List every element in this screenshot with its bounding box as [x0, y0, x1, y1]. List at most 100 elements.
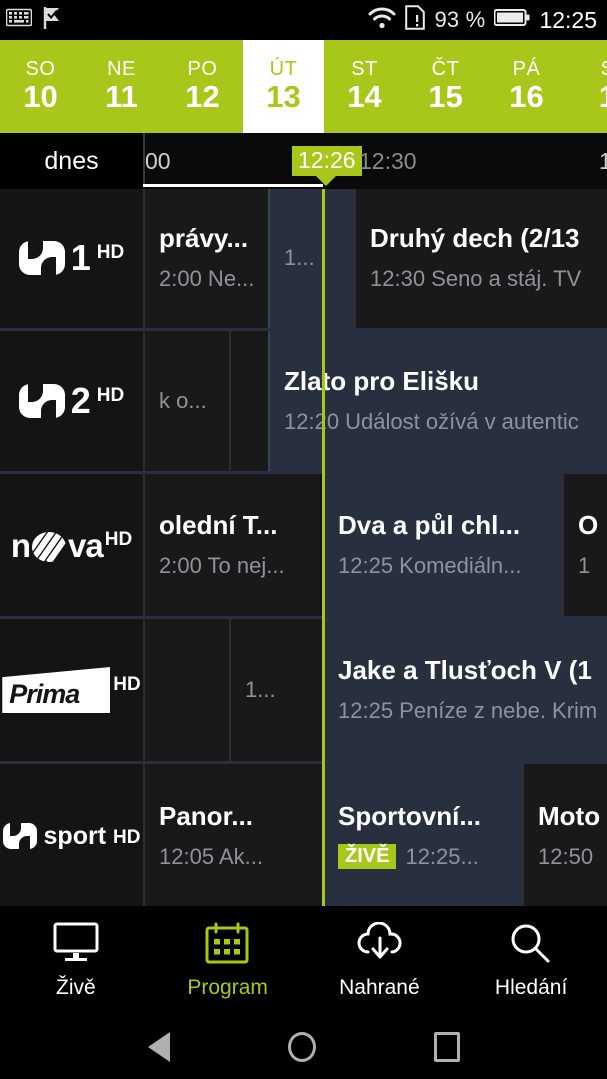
- program-block[interactable]: Sportovní... ŽIVĚ 12:25...: [322, 764, 522, 906]
- cloud-download-icon: [356, 921, 402, 964]
- program-title: právy...: [159, 223, 249, 254]
- search-icon: [508, 922, 554, 964]
- program-subtitle: 12:20 Událost ožívá v autentic: [284, 408, 579, 434]
- timeline-bar: dnes 00 12:26 12:30 1: [0, 133, 607, 189]
- day-tab-number: 11: [105, 79, 138, 115]
- program-block[interactable]: Zlato pro Elišku 12:20 Událost ožívá v au…: [268, 331, 607, 471]
- program-title: Zlato pro Elišku: [284, 365, 480, 396]
- day-tab-number: 16: [509, 79, 544, 115]
- day-tab-weekday: ÚT: [269, 58, 298, 81]
- day-tab-weekday: NE: [107, 58, 136, 81]
- program-block[interactable]: 1...: [268, 189, 354, 328]
- program-subtitle: 12:50: [538, 843, 594, 869]
- back-icon[interactable]: [147, 1032, 170, 1062]
- program-subtitle: 1...: [245, 676, 276, 702]
- day-tab-weekday: ST: [351, 58, 378, 81]
- program-meta: 12:25 Peníze z nebe. Krim: [338, 698, 597, 724]
- recents-icon[interactable]: [433, 1032, 460, 1062]
- home-icon[interactable]: [287, 1032, 316, 1062]
- day-tab-number: 12: [185, 79, 220, 115]
- live-badge: ŽIVĚ: [338, 844, 397, 870]
- nav-item-label: Hledání: [494, 975, 568, 999]
- day-tab-number: 14: [347, 79, 382, 115]
- nav-item-nahrané[interactable]: Nahrané: [304, 906, 456, 1015]
- ct-sport-hd-logo: sport HD: [2, 821, 140, 851]
- program-meta: 12:25 Komediáln...: [338, 553, 548, 579]
- bottom-navigation[interactable]: Živě Program Nahrané Hledání: [0, 906, 607, 1015]
- status-bar: 93 % 12:25: [0, 0, 607, 40]
- program-block[interactable]: [229, 331, 268, 471]
- program-meta: 12:20 Událost ožívá v autentic: [284, 409, 593, 435]
- nav-item-živě[interactable]: Živě: [0, 906, 152, 1015]
- program-meta: 1: [578, 553, 593, 579]
- tv-monitor-icon: [53, 922, 99, 964]
- program-block[interactable]: Dva a půl chl... 12:25 Komediáln...: [322, 474, 562, 616]
- program-meta: 12:05 Ak...: [159, 844, 308, 870]
- nav-item-hledání[interactable]: Hledání: [455, 906, 607, 1015]
- epg-grid[interactable]: 1 HD právy... 2:00 Ne... 1... Druhý dech (2/1…: [0, 189, 607, 906]
- program-subtitle: 12:25...: [405, 843, 479, 869]
- program-meta: k o...: [159, 388, 215, 414]
- sim-card-icon: [405, 5, 426, 35]
- timeline-track[interactable]: 00 12:26 12:30 1: [143, 133, 607, 189]
- day-tab-weekday: SO: [25, 58, 56, 81]
- wifi-icon: [368, 7, 396, 34]
- channel-logo-cell[interactable]: sport HD: [0, 764, 143, 906]
- day-strip[interactable]: SO10NE11PO12ÚT13ST14ČT15PÁ16S1: [0, 40, 607, 133]
- nav-item-label: Živě: [56, 975, 96, 999]
- android-navigation-bar[interactable]: [0, 1015, 607, 1079]
- program-block[interactable]: O1: [562, 474, 607, 616]
- day-tab-number: 13: [266, 79, 301, 115]
- day-tab-12[interactable]: PO 12: [162, 40, 243, 133]
- program-block[interactable]: [143, 619, 229, 761]
- channel-logo-cell[interactable]: n va HD: [0, 474, 143, 616]
- program-meta: 12:30 Seno a stáj. TV: [370, 266, 593, 292]
- program-title: Moto: [538, 800, 601, 831]
- day-tab-14[interactable]: ST 14: [324, 40, 405, 133]
- day-tab-11[interactable]: NE 11: [81, 40, 162, 133]
- timeline-tick-right: 1: [599, 148, 607, 174]
- nova-hd-logo: n va HD: [10, 526, 133, 564]
- program-subtitle: 12:05 Ak...: [159, 843, 263, 869]
- channel-row: n va HD olední T... 2:00 To nej... Dva a půl …: [0, 474, 607, 616]
- program-block[interactable]: k o...: [143, 331, 229, 471]
- program-block[interactable]: Moto 12:50: [522, 764, 607, 906]
- program-block[interactable]: právy... 2:00 Ne...: [143, 189, 268, 328]
- channel-logo-cell[interactable]: 2 HD: [0, 331, 143, 471]
- channel-row: 2 HD k o... Zlato pro Elišku 12:20 Událost o…: [0, 331, 607, 471]
- program-subtitle: 12:25 Komediáln...: [338, 552, 522, 578]
- program-title: O: [578, 509, 599, 540]
- program-title: olední T...: [159, 509, 278, 540]
- channel-row: 1 HD právy... 2:00 Ne... 1... Druhý dech (2/1…: [0, 189, 607, 328]
- day-tab-number: 1: [599, 81, 607, 114]
- program-block[interactable]: olední T... 2:00 To nej...: [143, 474, 320, 616]
- day-tab-15[interactable]: ČT 15: [405, 40, 486, 133]
- program-meta: 2:00 To nej...: [159, 553, 306, 579]
- day-tab-10[interactable]: SO 10: [0, 40, 81, 133]
- day-tab-weekday: PÁ: [512, 58, 541, 81]
- nav-item-program[interactable]: Program: [152, 906, 304, 1015]
- program-subtitle: 1: [578, 552, 591, 578]
- channel-logo-cell[interactable]: 1 HD: [0, 189, 143, 328]
- program-block[interactable]: Druhý dech (2/13 12:30 Seno a stáj. TV: [354, 189, 607, 328]
- day-tab-1[interactable]: S1: [567, 40, 607, 133]
- program-subtitle: 2:00 Ne...: [159, 266, 255, 292]
- program-title: Panor...: [159, 800, 253, 831]
- timeline-tick-1230: 12:30: [359, 148, 417, 174]
- program-meta: 1...: [245, 677, 308, 703]
- day-tab-16[interactable]: PÁ 16: [486, 40, 567, 133]
- channel-logo-cell[interactable]: Prima HD: [0, 619, 143, 761]
- program-subtitle: 1...: [284, 245, 315, 271]
- status-bar-clock: 12:25: [539, 6, 597, 33]
- timeline-progress-underline: [143, 184, 323, 187]
- flag-check-icon: [42, 6, 62, 35]
- keyboard-icon: [5, 8, 33, 32]
- program-block[interactable]: Jake a Tlusťoch V (1 12:25 Peníze z nebe.…: [322, 619, 607, 761]
- day-tab-13[interactable]: ÚT 13: [243, 40, 324, 133]
- program-subtitle: k o...: [159, 387, 207, 413]
- program-block[interactable]: Panor... 12:05 Ak...: [143, 764, 322, 906]
- nav-item-label: Program: [187, 975, 268, 999]
- program-meta: 2:00 Ne...: [159, 266, 254, 292]
- battery-percent-label: 93 %: [434, 7, 486, 32]
- program-block[interactable]: 1...: [229, 619, 322, 761]
